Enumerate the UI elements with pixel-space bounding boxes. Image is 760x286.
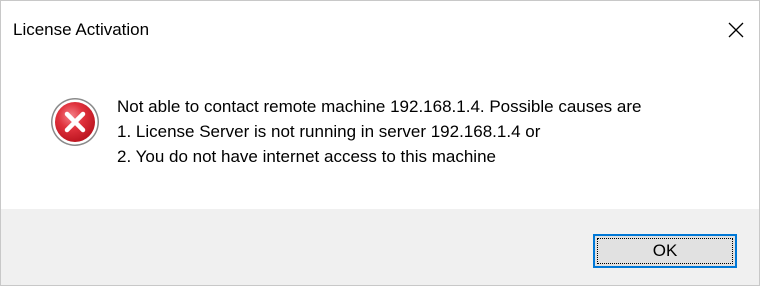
button-bar: OK xyxy=(1,209,759,285)
error-icon xyxy=(49,96,101,148)
message-area: Not able to contact remote machine 192.1… xyxy=(1,45,759,209)
window-title: License Activation xyxy=(13,20,150,39)
error-message: Not able to contact remote machine 192.1… xyxy=(117,94,641,169)
close-icon xyxy=(728,22,744,38)
title-bar: License Activation xyxy=(1,1,759,45)
message-line-3: 2. You do not have internet access to th… xyxy=(117,147,496,166)
message-line-1: Not able to contact remote machine 192.1… xyxy=(117,97,642,116)
ok-button-label: OK xyxy=(652,241,678,260)
ok-button[interactable]: OK xyxy=(593,234,737,268)
license-activation-dialog: License Activation Not able to contact r… xyxy=(0,0,760,286)
close-button[interactable] xyxy=(713,13,759,47)
message-line-2: 1. License Server is not running in serv… xyxy=(117,122,541,141)
